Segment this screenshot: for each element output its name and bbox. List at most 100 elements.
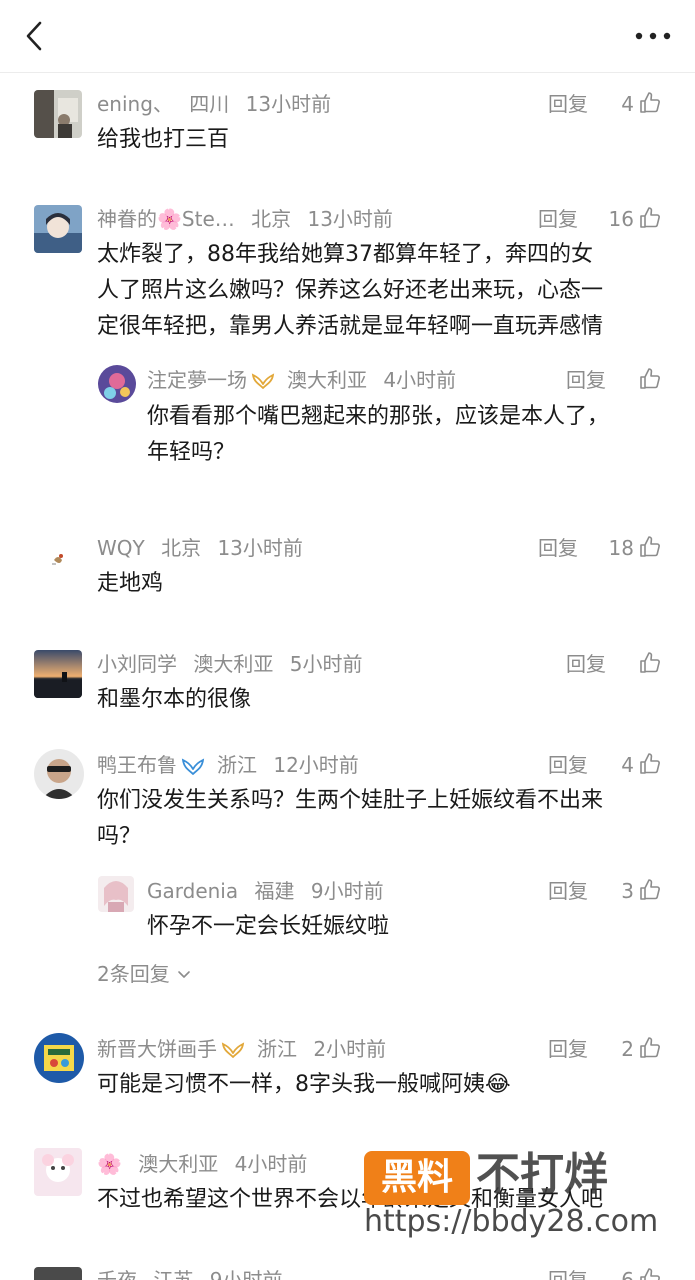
reply-avatar[interactable] [98,876,134,912]
like-button[interactable]: 2 [590,1033,662,1065]
like-count: 3 [621,879,634,903]
location: 浙江 [217,753,257,777]
timestamp: 9小时前 [209,1268,283,1280]
username[interactable]: Gardenia [147,879,238,903]
avatar[interactable] [34,1148,82,1196]
like-button[interactable]: 4 [590,749,662,781]
reply-button[interactable]: 回复 [538,532,578,564]
avatar[interactable] [34,749,84,799]
location: 北京 [161,536,202,560]
like-count: 4 [621,92,634,116]
timestamp: 13小时前 [307,207,393,231]
avatar[interactable] [34,90,82,138]
comment-meta: 🌸 澳大利亚 4小时前 [97,1148,317,1180]
comment-text: 给我也打三百 [97,127,230,152]
thumbs-up-icon [640,1268,660,1280]
reply-meta: Gardenia 福建 9小时前 [147,875,394,907]
comment-list: ening、 四川 13小时前 回复 4 给我也打三百 神眷的🌸Ste… 北京 … [0,73,695,1280]
timestamp: 4小时前 [383,368,457,392]
comment-text: 太炸裂了，88年我给她算37都算年轻了，奔四的女 人了照片这么嫩吗？保养这么好还… [97,237,603,345]
reply-button[interactable]: 回复 [548,1033,588,1065]
timestamp: 9小时前 [310,879,384,903]
location: 浙江 [257,1037,297,1061]
thumbs-up-icon [640,536,660,557]
reply-button[interactable]: 回复 [566,364,606,396]
comment-meta: 神眷的🌸Ste… 北京 13小时前 [97,203,403,235]
like-count: 6 [621,1268,634,1280]
comment-text-line: 定很年轻把，靠男人养活就是显年轻啊一直玩弄感情 [97,314,604,339]
timestamp: 13小时前 [245,92,332,116]
timestamp: 2小时前 [313,1037,387,1061]
like-button[interactable] [626,364,662,396]
username[interactable]: 新晋大饼画手 [97,1037,217,1061]
reply-meta: 注定夢一场 澳大利亚 4小时前 [147,364,466,396]
reply-button[interactable]: 回复 [548,875,588,907]
like-button[interactable]: 18 [580,532,662,564]
comment-text-line: 你们没发生关系吗？生两个娃肚子上妊娠纹看不出来 [97,788,604,813]
reply-text: 你看看那个嘴巴翘起来的那张，应该是本人了， 年轻吗？ [147,399,609,471]
reply-avatar[interactable] [98,365,136,403]
like-count: 2 [621,1037,634,1061]
location: 澳大利亚 [193,652,274,676]
comment-text-line: 你看看那个嘴巴翘起来的那张，应该是本人了， [147,404,610,429]
thumbs-up-icon [640,753,660,774]
comment-text-line: 年轻吗？ [147,440,236,465]
location: 四川 [189,92,230,116]
location: 澳大利亚 [287,368,367,392]
username[interactable]: 🌸 [97,1152,122,1176]
like-button[interactable]: 4 [590,88,662,120]
username[interactable]: WQY [97,536,145,560]
timestamp: 13小时前 [217,536,303,560]
location: 江苏 [153,1268,194,1280]
chevron-left-icon [26,21,42,51]
comment-text-line: 太炸裂了，88年我给她算37都算年轻了，奔四的女 [97,242,593,267]
username[interactable]: 小刘同学 [97,652,177,676]
reply-button[interactable]: 回复 [538,203,578,235]
username[interactable]: ening、 [97,92,173,116]
like-count: 16 [608,207,634,231]
thumbs-up-icon [640,92,660,113]
location: 福建 [254,879,295,903]
like-count: 18 [608,536,634,560]
chevron-down-icon [178,971,190,978]
comment-text-line: 吗？ [97,824,142,849]
avatar[interactable] [34,650,82,698]
like-button[interactable]: 16 [580,203,662,235]
comment-meta: 千夜 江苏 9小时前 [97,1264,292,1280]
avatar[interactable] [34,1033,84,1083]
more-horizontal-icon [635,32,671,40]
reply-button[interactable]: 回复 [548,749,588,781]
reply-button[interactable]: 回复 [548,88,588,120]
comment-meta: 小刘同学 澳大利亚 5小时前 [97,648,372,680]
username[interactable]: 注定夢一场 [147,368,247,392]
comment-text: 你们没发生关系吗？生两个娃肚子上妊娠纹看不出来 吗？ [97,783,603,855]
reply-button[interactable]: 回复 [548,1264,588,1280]
blue-wings-badge-icon [181,757,205,775]
thumbs-up-icon [640,1037,660,1058]
like-button[interactable]: 6 [590,1264,662,1280]
avatar[interactable] [34,205,82,253]
username[interactable]: 神眷的🌸Ste… [97,207,235,231]
username[interactable]: 鸭王布鲁 [97,753,177,777]
gold-wings-badge-icon [221,1041,245,1058]
avatar[interactable] [34,1267,82,1280]
like-button[interactable] [626,648,662,680]
comment-meta: 鸭王布鲁 浙江 12小时前 [97,749,369,781]
comment-meta: ening、 四川 13小时前 [97,88,341,120]
reply-button[interactable]: 回复 [566,648,606,680]
timestamp: 5小时前 [289,652,363,676]
comment-text: 可能是习惯不一样，8字头我一般喊阿姨😂 [97,1072,511,1097]
gold-wings-badge-icon [251,372,275,389]
back-button[interactable] [18,18,54,54]
comment-text: 不过也希望这个世界不会以年龄来定义和衡量女人吧 [97,1187,604,1212]
like-count: 4 [621,753,634,777]
thumbs-up-icon [640,368,660,389]
reply-text: 怀孕不一定会长妊娠纹啦 [147,914,390,939]
avatar[interactable] [34,534,82,582]
more-options-button[interactable] [633,22,673,50]
thumbs-up-icon [640,652,660,673]
location: 澳大利亚 [138,1152,219,1176]
expand-replies-button[interactable]: 2条回复 [97,958,192,990]
like-button[interactable]: 3 [590,875,662,907]
username[interactable]: 千夜 [97,1268,137,1280]
